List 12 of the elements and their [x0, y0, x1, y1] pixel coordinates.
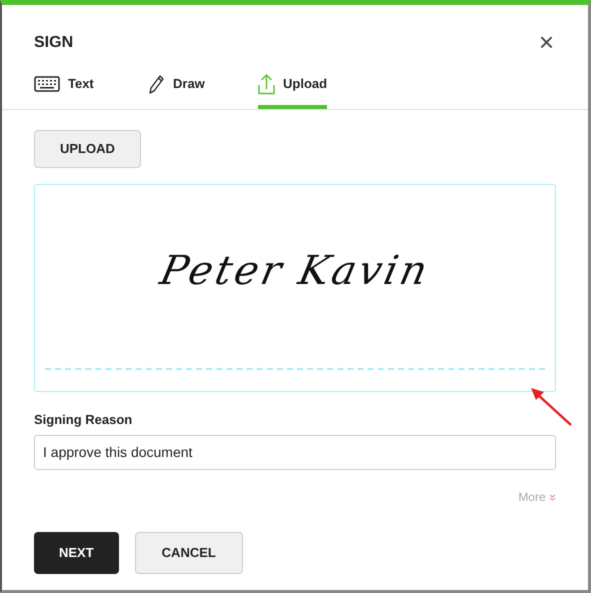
signature: Peter Kavin	[154, 246, 436, 296]
dialog-title: SIGN	[34, 33, 74, 52]
tab[interactable]: Upload	[258, 73, 328, 109]
field-label: Signing Reason	[34, 410, 134, 429]
close-button[interactable]: ×	[536, 29, 556, 55]
upload-button[interactable]: UPLOAD	[34, 130, 141, 168]
cancel-button[interactable]: CANCEL	[134, 532, 243, 574]
next-button[interactable]: NEXT	[34, 532, 119, 574]
tab[interactable]: Draw	[149, 73, 258, 109]
tab[interactable]: Text	[34, 73, 149, 109]
signature-pad[interactable]: Peter Kavin	[34, 184, 556, 392]
reason-field[interactable]: I approve this document	[34, 435, 556, 470]
